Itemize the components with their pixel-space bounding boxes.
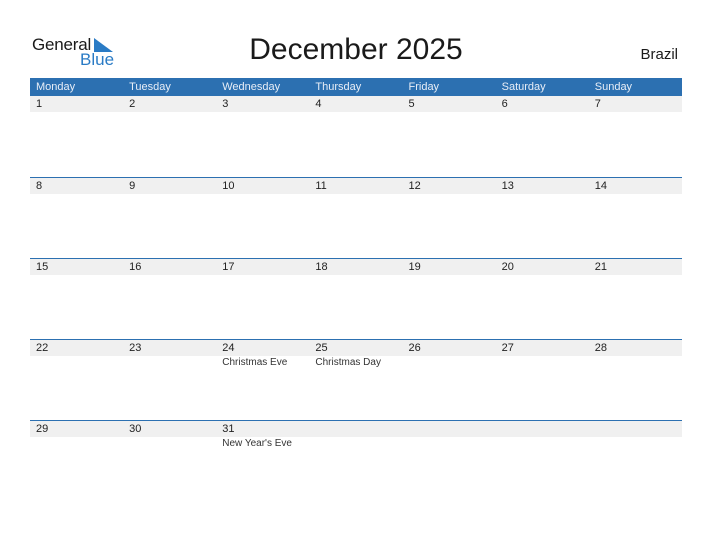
day-number: 26: [408, 342, 421, 354]
weekday-header-monday: Monday: [36, 81, 76, 93]
day-cell: 9: [123, 178, 216, 194]
day-cell: 3: [216, 96, 309, 112]
day-number: 30: [129, 423, 142, 435]
day-cell: 25 Christmas Day: [309, 340, 402, 369]
day-number: 23: [129, 342, 142, 354]
day-number: 17: [222, 261, 235, 273]
day-number: 21: [594, 261, 607, 273]
day-cell: 5: [403, 96, 496, 112]
day-cell: [589, 421, 682, 450]
day-number: 6: [501, 98, 508, 110]
day-cell: 27: [496, 340, 589, 369]
day-number: 7: [594, 98, 601, 110]
day-cell: 10: [216, 178, 309, 194]
day-number: 28: [594, 342, 607, 354]
day-cell: 23: [123, 340, 216, 369]
week-row: 29 30 31 New Year's Eve: [30, 420, 682, 501]
weekday-header-sunday: Sunday: [594, 81, 633, 93]
day-cell: 13: [496, 178, 589, 194]
week-cells: 22 23 24 Christmas Eve 25 Christmas Day 26 27 28: [30, 340, 682, 369]
calendar-grid: Monday Tuesday Wednesday Thursday Friday…: [30, 78, 682, 501]
holiday-label: Christmas Eve: [222, 357, 288, 368]
day-cell: [309, 421, 402, 450]
day-cell: 8: [30, 178, 123, 194]
day-number: 22: [36, 342, 49, 354]
week-cells: 15 16 17 18 19 20 21: [30, 259, 682, 275]
day-number: 8: [36, 180, 43, 192]
day-cell: 30: [123, 421, 216, 450]
day-cell: 7: [589, 96, 682, 112]
day-number: 15: [36, 261, 49, 273]
weeks-container: 1 2 3 4 5 6 7 8 9 10 11 12 13 14 15 16 17 18 19 20 21 22 23 24 C…: [30, 96, 682, 501]
day-cell: 21: [589, 259, 682, 275]
day-cell: 15: [30, 259, 123, 275]
day-number: 24: [222, 342, 235, 354]
day-cell: 12: [403, 178, 496, 194]
day-number: 14: [594, 180, 607, 192]
day-cell: [403, 421, 496, 450]
week-row: 15 16 17 18 19 20 21: [30, 258, 682, 339]
day-number: 31: [222, 423, 235, 435]
day-number: 3: [222, 98, 229, 110]
day-number: [315, 421, 402, 437]
week-cells: 1 2 3 4 5 6 7: [30, 96, 682, 112]
day-number: 2: [129, 98, 136, 110]
day-number: [502, 421, 589, 437]
day-cell: 2: [123, 96, 216, 112]
day-number: [595, 421, 682, 437]
holiday-label: New Year's Eve: [222, 438, 292, 449]
holiday-label: Christmas Day: [315, 357, 381, 368]
country-label: Brazil: [640, 46, 678, 63]
day-number: 4: [315, 98, 322, 110]
weekday-header-row: Monday Tuesday Wednesday Thursday Friday…: [30, 78, 682, 96]
day-cell: 29: [30, 421, 123, 450]
day-cell: 1: [30, 96, 123, 112]
day-cell: 26: [403, 340, 496, 369]
day-cell: 24 Christmas Eve: [216, 340, 309, 369]
day-number: 29: [36, 423, 49, 435]
day-cell: 31 New Year's Eve: [216, 421, 309, 450]
day-number: 13: [501, 180, 514, 192]
weekday-header-saturday: Saturday: [501, 81, 546, 93]
day-number: 25: [315, 342, 328, 354]
day-cell: 4: [309, 96, 402, 112]
day-number: 9: [129, 180, 136, 192]
weekday-header-tuesday: Tuesday: [129, 81, 171, 93]
day-number: 12: [408, 180, 421, 192]
day-number: 11: [315, 180, 327, 192]
day-number: 20: [501, 261, 514, 273]
day-number: 5: [408, 98, 415, 110]
week-row: 1 2 3 4 5 6 7: [30, 96, 682, 177]
day-cell: 22: [30, 340, 123, 369]
day-number: [409, 421, 496, 437]
day-number: 10: [222, 180, 235, 192]
day-cell: 14: [589, 178, 682, 194]
week-row: 8 9 10 11 12 13 14: [30, 177, 682, 258]
day-number: 1: [36, 98, 43, 110]
day-number: 27: [501, 342, 514, 354]
weekday-header-wednesday: Wednesday: [222, 81, 281, 93]
page-title: December 2025: [249, 33, 463, 66]
week-row: 22 23 24 Christmas Eve 25 Christmas Day 26 27 28: [30, 339, 682, 420]
day-cell: 20: [496, 259, 589, 275]
day-number: 16: [129, 261, 142, 273]
day-number: 19: [408, 261, 421, 273]
day-cell: [496, 421, 589, 450]
day-cell: 18: [309, 259, 402, 275]
day-cell: 19: [403, 259, 496, 275]
day-cell: 28: [589, 340, 682, 369]
day-cell: 6: [496, 96, 589, 112]
weekday-header-friday: Friday: [408, 81, 440, 93]
week-cells: 8 9 10 11 12 13 14: [30, 178, 682, 194]
day-cell: 17: [216, 259, 309, 275]
week-cells: 29 30 31 New Year's Eve: [30, 421, 682, 450]
day-number: 18: [315, 261, 328, 273]
weekday-header-thursday: Thursday: [315, 81, 362, 93]
day-cell: 16: [123, 259, 216, 275]
day-cell: 11: [309, 178, 402, 194]
